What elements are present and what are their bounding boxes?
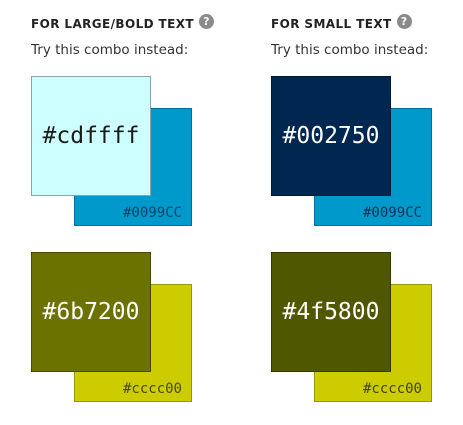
background-color-code: #0099CC xyxy=(362,205,422,221)
large-text-heading-label: FOR LARGE/BOLD TEXT xyxy=(31,16,194,31)
help-icon[interactable]: ? xyxy=(198,14,214,29)
foreground-color-code: #4f5800 xyxy=(282,299,380,325)
large-text-column: FOR LARGE/BOLD TEXT ? Try this combo ins… xyxy=(31,0,241,425)
foreground-color-code: #002750 xyxy=(282,123,380,149)
help-icon[interactable]: ? xyxy=(396,14,412,29)
large-text-subtitle: Try this combo instead: xyxy=(31,42,189,58)
color-combo: #cccc00 #4f5800 xyxy=(271,252,436,412)
foreground-swatch[interactable]: #cdffff xyxy=(31,76,151,196)
foreground-color-code: #6b7200 xyxy=(42,299,140,325)
background-color-code: #cccc00 xyxy=(362,381,422,397)
small-text-heading: FOR SMALL TEXT ? xyxy=(271,14,412,31)
foreground-swatch[interactable]: #002750 xyxy=(271,76,391,196)
large-text-heading: FOR LARGE/BOLD TEXT ? xyxy=(31,14,214,31)
small-text-subtitle: Try this combo instead: xyxy=(271,42,429,58)
small-text-heading-label: FOR SMALL TEXT xyxy=(271,16,392,31)
foreground-swatch[interactable]: #6b7200 xyxy=(31,252,151,372)
color-combo: #0099CC #cdffff xyxy=(31,76,196,236)
color-combo: #0099CC #002750 xyxy=(271,76,436,236)
background-color-code: #cccc00 xyxy=(122,381,182,397)
foreground-color-code: #cdffff xyxy=(42,123,140,149)
color-combo: #cccc00 #6b7200 xyxy=(31,252,196,412)
foreground-swatch[interactable]: #4f5800 xyxy=(271,252,391,372)
small-text-column: FOR SMALL TEXT ? Try this combo instead:… xyxy=(271,0,463,425)
background-color-code: #0099CC xyxy=(122,205,182,221)
